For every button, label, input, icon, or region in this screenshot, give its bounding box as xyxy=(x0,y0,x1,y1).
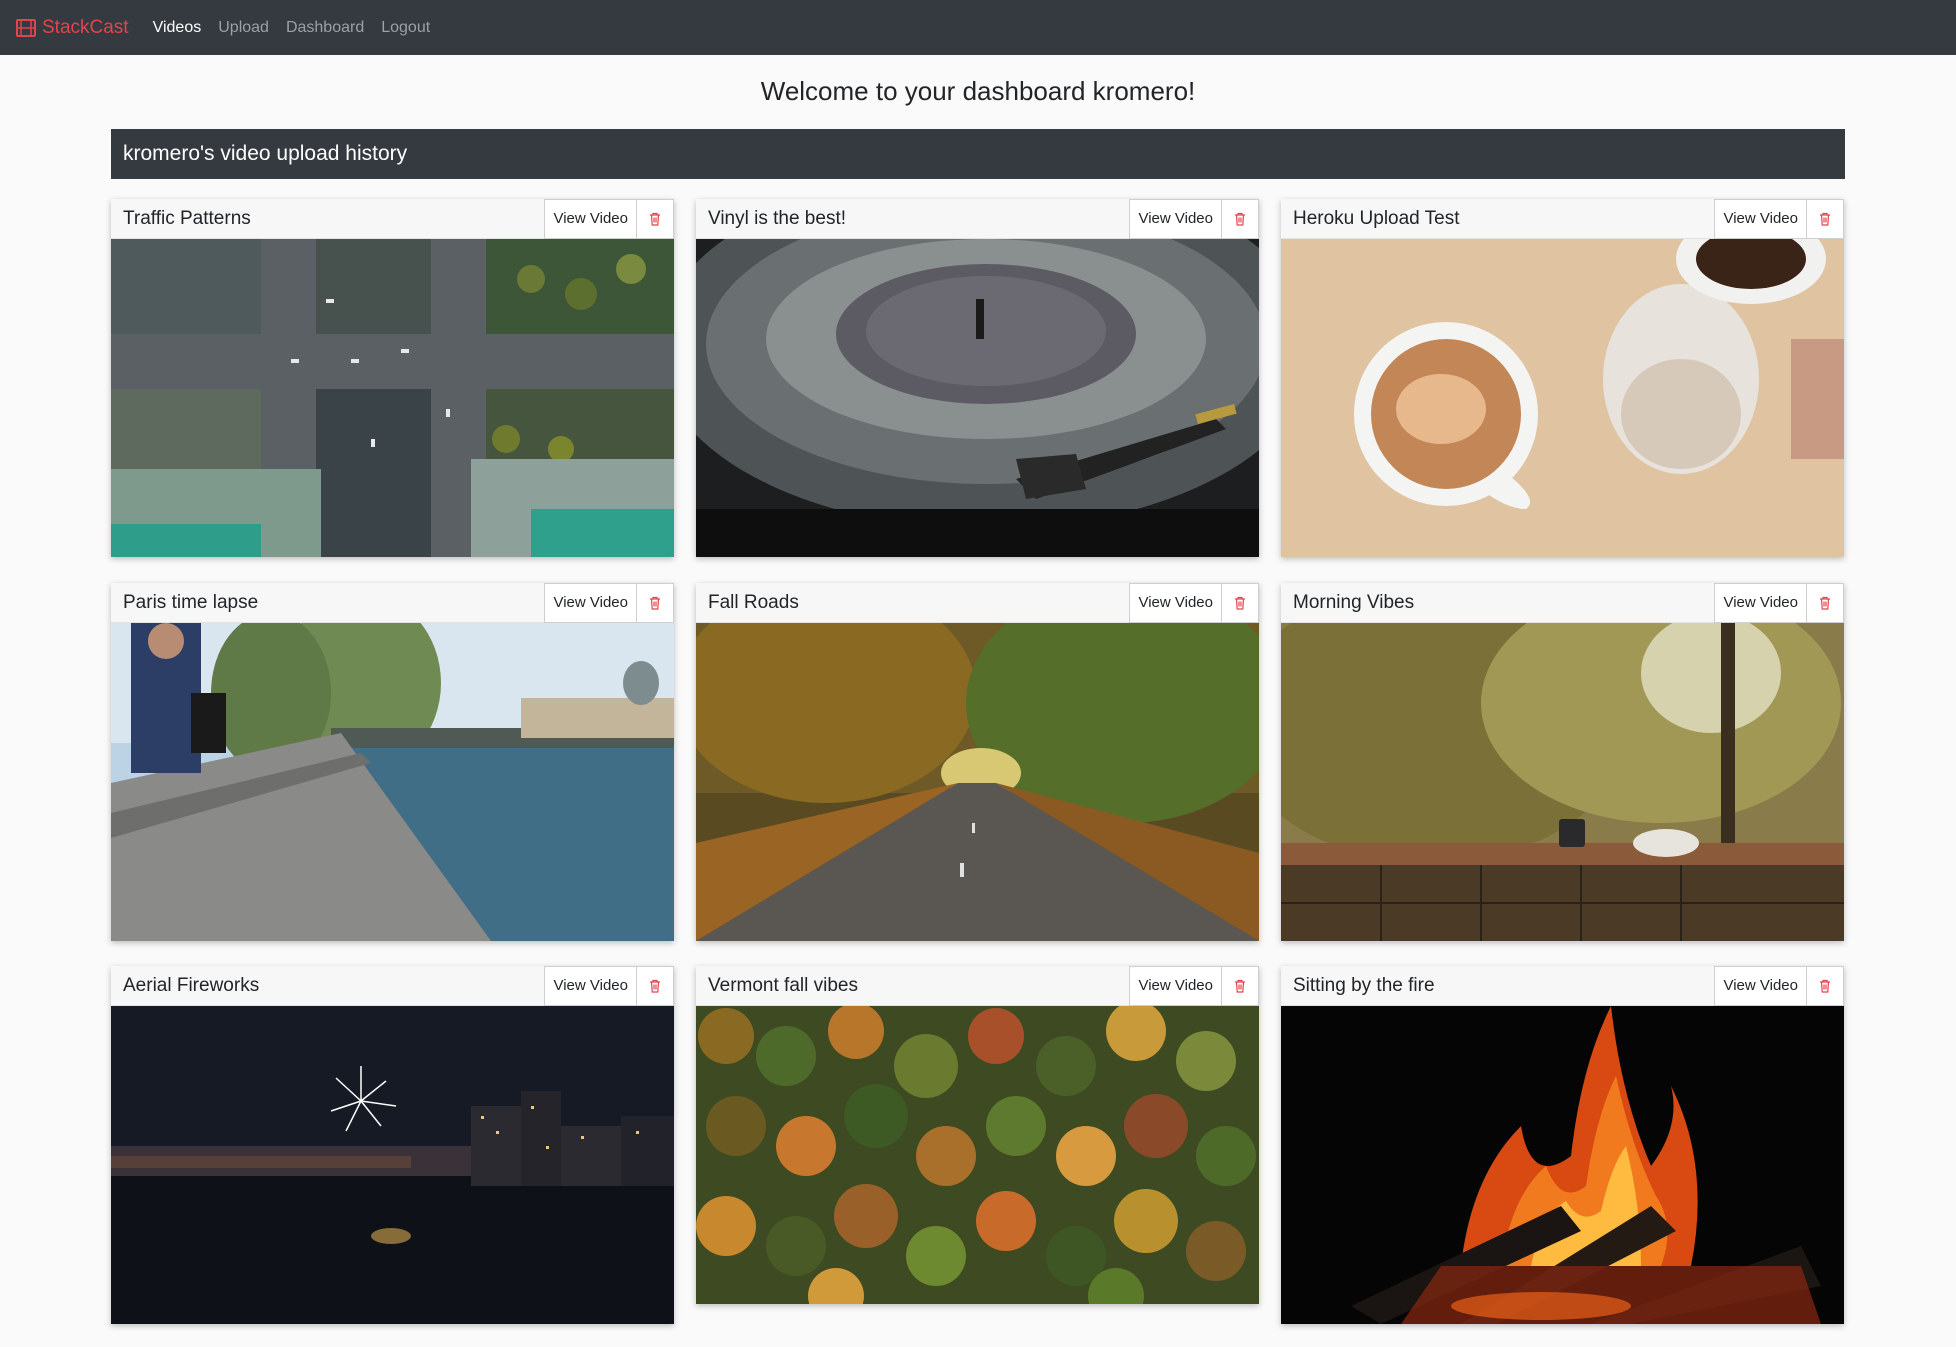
film-icon xyxy=(16,18,36,37)
nav-upload[interactable]: Upload xyxy=(218,19,269,37)
card-header: Traffic Patterns View Video xyxy=(111,198,674,239)
video-card: Fall Roads View Video xyxy=(696,582,1259,941)
video-thumbnail[interactable] xyxy=(111,623,674,941)
trash-icon xyxy=(650,212,660,226)
trash-icon xyxy=(1820,212,1830,226)
video-title: Sitting by the fire xyxy=(1293,974,1435,996)
video-thumbnail[interactable] xyxy=(1281,1006,1844,1324)
card-header: Fall Roads View Video xyxy=(696,582,1259,623)
trash-icon xyxy=(1820,979,1830,993)
card-header: Vinyl is the best! View Video xyxy=(696,198,1259,239)
view-video-button[interactable]: View Video xyxy=(1714,198,1807,239)
video-title: Fall Roads xyxy=(708,591,799,613)
card-header: Vermont fall vibes View Video xyxy=(696,965,1259,1006)
delete-button[interactable] xyxy=(1222,965,1259,1006)
view-video-button[interactable]: View Video xyxy=(1129,198,1222,239)
video-card: Traffic Patterns View Video xyxy=(111,198,674,557)
delete-button[interactable] xyxy=(1222,582,1259,623)
history-header: kromero's video upload history xyxy=(111,129,1845,179)
card-header: Paris time lapse View Video xyxy=(111,582,674,623)
video-title: Traffic Patterns xyxy=(123,207,251,229)
delete-button[interactable] xyxy=(637,198,674,239)
card-header: Heroku Upload Test View Video xyxy=(1281,198,1844,239)
delete-button[interactable] xyxy=(637,965,674,1006)
video-card: Sitting by the fire View Video xyxy=(1281,965,1844,1324)
welcome-heading: Welcome to your dashboard kromero! xyxy=(760,76,1196,106)
video-thumbnail[interactable] xyxy=(696,1006,1259,1304)
video-title: Aerial Fireworks xyxy=(123,974,260,996)
view-video-button[interactable]: View Video xyxy=(544,198,637,239)
view-video-button[interactable]: View Video xyxy=(1714,582,1807,623)
video-thumbnail[interactable] xyxy=(1281,239,1844,557)
video-thumbnail[interactable] xyxy=(696,623,1259,941)
delete-button[interactable] xyxy=(1807,965,1844,1006)
navbar: StackCast Videos Upload Dashboard Logout xyxy=(0,0,1956,55)
view-video-button[interactable]: View Video xyxy=(1129,582,1222,623)
video-card: Paris time lapse View Video xyxy=(111,582,674,941)
video-card: Aerial Fireworks View Video xyxy=(111,965,674,1324)
brand-label: StackCast xyxy=(42,16,129,38)
video-card: Vinyl is the best! View Video xyxy=(696,198,1259,557)
card-header: Sitting by the fire View Video xyxy=(1281,965,1844,1006)
video-card: Morning Vibes View Video xyxy=(1281,582,1844,941)
video-thumbnail[interactable] xyxy=(696,239,1259,557)
brand-link[interactable]: StackCast xyxy=(16,17,129,39)
nav-logout[interactable]: Logout xyxy=(381,19,430,37)
nav-dashboard[interactable]: Dashboard xyxy=(286,19,364,37)
history-title: kromero's video upload history xyxy=(123,142,408,165)
video-thumbnail[interactable] xyxy=(111,239,674,557)
trash-icon xyxy=(1235,979,1245,993)
video-thumbnail[interactable] xyxy=(111,1006,674,1324)
trash-icon xyxy=(650,979,660,993)
video-title: Vinyl is the best! xyxy=(708,207,847,229)
video-title: Vermont fall vibes xyxy=(708,974,858,996)
trash-icon xyxy=(1235,212,1245,226)
nav-videos[interactable]: Videos xyxy=(153,19,202,37)
card-header: Morning Vibes View Video xyxy=(1281,582,1844,623)
view-video-button[interactable]: View Video xyxy=(544,582,637,623)
delete-button[interactable] xyxy=(1222,198,1259,239)
video-title: Heroku Upload Test xyxy=(1293,207,1460,229)
view-video-button[interactable]: View Video xyxy=(1129,965,1222,1006)
delete-button[interactable] xyxy=(1807,582,1844,623)
trash-icon xyxy=(1235,596,1245,610)
card-header: Aerial Fireworks View Video xyxy=(111,965,674,1006)
view-video-button[interactable]: View Video xyxy=(544,965,637,1006)
delete-button[interactable] xyxy=(1807,198,1844,239)
view-video-button[interactable]: View Video xyxy=(1714,965,1807,1006)
video-thumbnail[interactable] xyxy=(1281,623,1844,941)
delete-button[interactable] xyxy=(637,582,674,623)
trash-icon xyxy=(1820,596,1830,610)
video-card: Vermont fall vibes View Video xyxy=(696,965,1259,1304)
video-card: Heroku Upload Test View Video xyxy=(1281,198,1844,557)
video-title: Morning Vibes xyxy=(1293,591,1415,613)
video-title: Paris time lapse xyxy=(123,591,259,613)
trash-icon xyxy=(650,596,660,610)
